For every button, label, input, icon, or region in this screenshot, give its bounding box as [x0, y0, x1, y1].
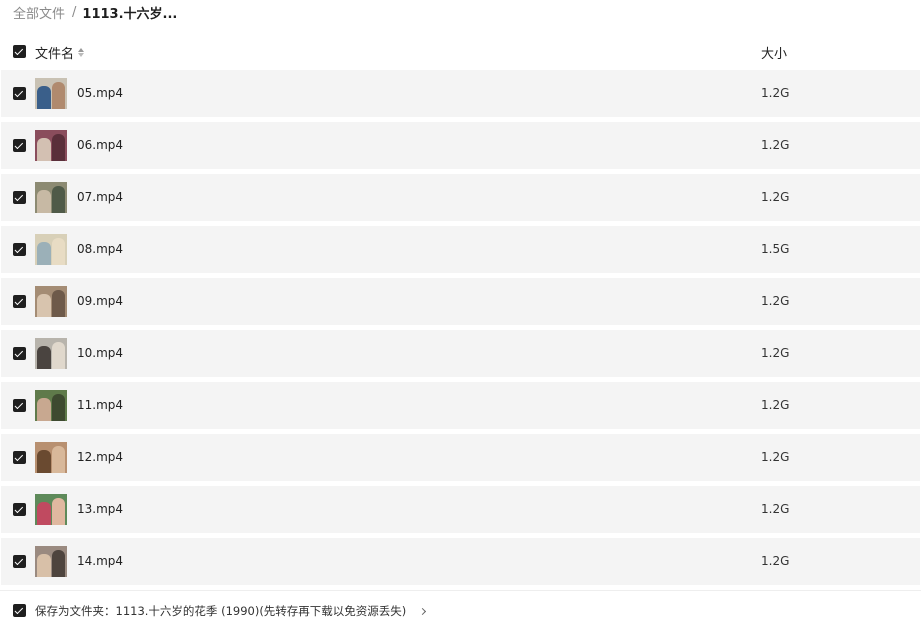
- file-name[interactable]: 12.mp4: [77, 450, 123, 464]
- file-checkbox[interactable]: [13, 87, 26, 100]
- file-name[interactable]: 13.mp4: [77, 502, 123, 516]
- video-thumbnail: [35, 338, 67, 369]
- video-thumbnail: [35, 442, 67, 473]
- file-name[interactable]: 08.mp4: [77, 242, 123, 256]
- breadcrumb-separator: /: [72, 4, 77, 20]
- video-thumbnail: [35, 286, 67, 317]
- video-thumbnail: [35, 546, 67, 577]
- file-checkbox[interactable]: [13, 503, 26, 516]
- file-size: 1.5G: [761, 242, 790, 256]
- file-row[interactable]: 09.mp4 1.2G: [1, 278, 920, 325]
- file-checkbox[interactable]: [13, 139, 26, 152]
- file-size: 1.2G: [761, 294, 790, 308]
- file-checkbox[interactable]: [13, 243, 26, 256]
- file-row[interactable]: 10.mp4 1.2G: [1, 330, 920, 377]
- file-row[interactable]: 08.mp4 1.5G: [1, 226, 920, 273]
- breadcrumb-root-link[interactable]: 全部文件: [13, 3, 65, 22]
- file-name[interactable]: 09.mp4: [77, 294, 123, 308]
- video-thumbnail: [35, 390, 67, 421]
- chevron-right-icon[interactable]: [419, 607, 427, 615]
- file-checkbox[interactable]: [13, 399, 26, 412]
- file-name[interactable]: 14.mp4: [77, 554, 123, 568]
- video-thumbnail: [35, 130, 67, 161]
- file-name[interactable]: 06.mp4: [77, 138, 123, 152]
- video-thumbnail: [35, 234, 67, 265]
- column-header-name[interactable]: 文件名: [35, 43, 85, 62]
- file-size: 1.2G: [761, 450, 790, 464]
- save-as-folder-checkbox[interactable]: [13, 604, 26, 617]
- video-thumbnail: [35, 78, 67, 109]
- file-list-header: 文件名 大小: [0, 36, 921, 66]
- select-all-checkbox[interactable]: [13, 45, 26, 58]
- file-size: 1.2G: [761, 554, 790, 568]
- file-row[interactable]: 13.mp4 1.2G: [1, 486, 920, 533]
- sort-icon[interactable]: [78, 48, 85, 57]
- file-checkbox[interactable]: [13, 451, 26, 464]
- video-thumbnail: [35, 182, 67, 213]
- file-name[interactable]: 05.mp4: [77, 86, 123, 100]
- save-as-folder-label: 保存为文件夹：1113.十六岁的花季 (1990)(先转存再下载以免资源丢失): [35, 604, 407, 618]
- file-size: 1.2G: [761, 190, 790, 204]
- breadcrumb: 全部文件 / 1113.十六岁...: [13, 3, 178, 22]
- video-thumbnail: [35, 494, 67, 525]
- file-size: 1.2G: [761, 138, 790, 152]
- file-row[interactable]: 14.mp4 1.2G: [1, 538, 920, 585]
- breadcrumb-current-folder: 1113.十六岁...: [82, 6, 178, 22]
- column-header-name-label: 文件名: [35, 47, 75, 62]
- file-size: 1.2G: [761, 346, 790, 360]
- file-checkbox[interactable]: [13, 555, 26, 568]
- save-as-folder-option[interactable]: 保存为文件夹：1113.十六岁的花季 (1990)(先转存再下载以免资源丢失): [35, 603, 427, 619]
- file-row[interactable]: 05.mp4 1.2G: [1, 70, 920, 117]
- file-name[interactable]: 11.mp4: [77, 398, 123, 412]
- save-as-folder-bar: 保存为文件夹：1113.十六岁的花季 (1990)(先转存再下载以免资源丢失): [0, 590, 921, 625]
- file-checkbox[interactable]: [13, 347, 26, 360]
- file-checkbox[interactable]: [13, 191, 26, 204]
- file-size: 1.2G: [761, 398, 790, 412]
- file-name[interactable]: 07.mp4: [77, 190, 123, 204]
- file-row[interactable]: 07.mp4 1.2G: [1, 174, 920, 221]
- file-name[interactable]: 10.mp4: [77, 346, 123, 360]
- file-size: 1.2G: [761, 86, 790, 100]
- column-header-size: 大小: [761, 47, 788, 62]
- file-row[interactable]: 12.mp4 1.2G: [1, 434, 920, 481]
- file-row[interactable]: 06.mp4 1.2G: [1, 122, 920, 169]
- file-row[interactable]: 11.mp4 1.2G: [1, 382, 920, 429]
- file-list: 05.mp4 1.2G 06.mp4 1.2G 07.mp4 1.2G 08.mp4 1.5G…: [1, 70, 920, 590]
- file-checkbox[interactable]: [13, 295, 26, 308]
- file-size: 1.2G: [761, 502, 790, 516]
